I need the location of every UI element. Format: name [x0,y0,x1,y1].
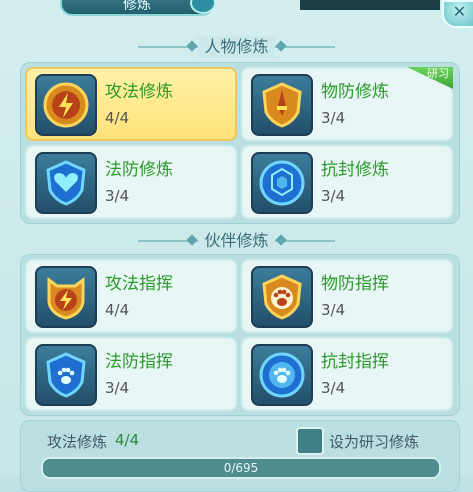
card-physical-command[interactable]: 物防指挥 3/4 [241,259,453,333]
card-seal-resist[interactable]: 抗封修炼 3/4 [241,145,453,219]
card-name: 抗封修炼 [321,160,389,180]
set-study-label: 设为研习修炼 [329,433,420,451]
section-title: 伙伴修炼 [198,230,275,252]
heart-shield-icon [35,152,97,214]
study-tag: 研习 [407,67,453,89]
top-dark-strip [300,0,440,10]
card-magic-defense[interactable]: 法防修炼 3/4 [25,145,237,219]
card-level: 3/4 [321,187,346,205]
section-title: 人物修炼 [198,36,275,58]
card-attack-magic[interactable]: 攻法修炼 4/4 [25,67,237,141]
card-level: 3/4 [105,379,130,397]
selected-detail-panel: 攻法修炼 4/4 设为研习修炼 0/695 [20,420,460,492]
card-attack-command[interactable]: 攻法指挥 4/4 [25,259,237,333]
card-name: 法防修炼 [105,160,173,180]
turtle-shell-icon [251,152,313,214]
divider-diamond-icon [186,234,198,246]
card-level: 3/4 [321,109,346,127]
lightning-cat-icon [35,266,97,328]
card-physical-defense[interactable]: 物防修炼 3/4 研习 [241,67,453,141]
lightning-shield-icon [35,74,97,136]
divider-diamond-icon [275,234,287,246]
card-name: 抗封指挥 [321,352,389,372]
card-name: 法防指挥 [105,352,173,372]
paw-shield-gold-icon [251,266,313,328]
card-name: 攻法指挥 [105,274,173,294]
section-header-personal: 人物修炼 [0,36,473,58]
card-level: 4/4 [105,109,130,127]
card-magic-command[interactable]: 法防指挥 3/4 [25,337,237,411]
progress-text: 0/695 [223,461,259,475]
experience-progress-bar: 0/695 [41,457,441,479]
paw-shield-blue-icon [35,344,97,406]
close-button[interactable]: ✕ [442,0,473,28]
section-header-partner: 伙伴修炼 [0,230,473,252]
card-level: 4/4 [105,301,130,319]
sword-shield-icon [251,74,313,136]
card-name: 物防指挥 [321,274,389,294]
divider-diamond-icon [186,40,198,52]
partner-cultivation-group: 攻法指挥 4/4 物防指挥 3/4 法防指挥 3/4 抗封指挥 3/4 [20,254,460,416]
card-level: 3/4 [321,301,346,319]
card-level: 3/4 [105,187,130,205]
divider-diamond-icon [275,40,287,52]
set-study-checkbox[interactable] [296,427,324,455]
selected-name: 攻法修炼 [47,433,108,451]
card-seal-command[interactable]: 抗封指挥 3/4 [241,337,453,411]
personal-cultivation-group: 攻法修炼 4/4 物防修炼 3/4 研习 法防修炼 3/4 抗封修炼 3/4 [20,62,460,224]
card-level: 3/4 [321,379,346,397]
card-name: 攻法修炼 [105,82,173,102]
card-name: 物防修炼 [321,82,389,102]
selected-level: 4/4 [115,431,140,449]
cultivation-panel: 修炼 ✕ 人物修炼 攻法修炼 4/4 物防修炼 3/4 研习 法防修炼 3/4 … [0,0,473,492]
paw-orb-icon [251,344,313,406]
